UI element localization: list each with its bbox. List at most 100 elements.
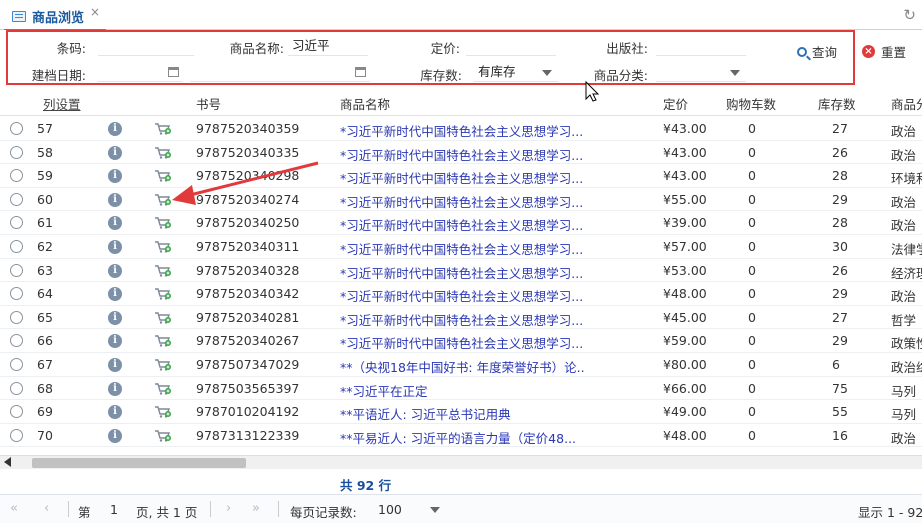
- info-icon[interactable]: i: [108, 145, 122, 160]
- table-row[interactable]: 62 i 9787520340311 *习近平新时代中国特色社会主义思想学习... ¥5…: [0, 235, 922, 259]
- info-icon[interactable]: i: [108, 239, 122, 254]
- refresh-icon[interactable]: ↻: [903, 6, 916, 24]
- page-size-select[interactable]: 100: [378, 502, 402, 517]
- info-icon[interactable]: i: [108, 263, 122, 278]
- cart-add-icon[interactable]: [155, 264, 171, 277]
- cart-add-icon[interactable]: [155, 430, 171, 442]
- header-category[interactable]: 商品分: [891, 94, 922, 113]
- cart-add-icon[interactable]: [155, 406, 171, 418]
- cart-add-icon[interactable]: [155, 123, 171, 135]
- scrollbar-thumb[interactable]: [32, 458, 246, 468]
- row-select-radio[interactable]: [10, 169, 23, 183]
- info-icon[interactable]: i: [108, 287, 122, 302]
- row-product-name-link[interactable]: *习近平新时代中国特色社会主义思想学习...: [340, 239, 584, 258]
- header-price[interactable]: 定价: [663, 94, 688, 113]
- row-product-name-link[interactable]: *习近平新时代中国特色社会主义思想学习...: [340, 145, 584, 164]
- row-product-name-link[interactable]: *习近平新时代中国特色社会主义思想学习...: [340, 333, 584, 352]
- table-row[interactable]: 58 i 9787520340335 *习近平新时代中国特色社会主义思想学习... ¥4…: [0, 141, 922, 165]
- create-date-to-input[interactable]: [190, 62, 370, 82]
- cart-add-icon[interactable]: [155, 241, 171, 253]
- table-row[interactable]: 63 i 9787520340328 *习近平新时代中国特色社会主义思想学习... ¥5…: [0, 259, 922, 283]
- row-product-name-link[interactable]: *习近平新时代中国特色社会主义思想学习...: [340, 121, 584, 140]
- info-icon[interactable]: i: [108, 310, 122, 325]
- first-page-icon[interactable]: «: [10, 501, 18, 516]
- cart-add-icon[interactable]: [155, 217, 171, 230]
- row-select-radio[interactable]: [10, 122, 23, 135]
- scroll-left-icon[interactable]: [4, 457, 11, 467]
- row-select-radio[interactable]: [10, 310, 23, 324]
- row-product-name-link[interactable]: *习近平新时代中国特色社会主义思想学习...: [340, 192, 584, 211]
- header-stock[interactable]: 库存数: [818, 94, 856, 113]
- prev-page-icon[interactable]: ‹: [44, 501, 49, 516]
- table-row[interactable]: 65 i 9787520340281 *习近平新时代中国特色社会主义思想学习... ¥4…: [0, 306, 922, 330]
- tab-product-browse[interactable]: 商品浏览 ×: [4, 4, 107, 31]
- row-select-radio[interactable]: [10, 428, 23, 442]
- row-select-radio[interactable]: [10, 263, 23, 277]
- barcode-input[interactable]: [98, 36, 194, 56]
- row-product-name-link[interactable]: *习近平新时代中国特色社会主义思想学习...: [340, 286, 584, 305]
- reset-button[interactable]: × 重置: [862, 42, 906, 61]
- row-product-name-link[interactable]: **习近平在正定: [340, 381, 584, 400]
- cart-add-icon[interactable]: [155, 359, 171, 371]
- row-product-name-link[interactable]: *习近平新时代中国特色社会主义思想学习...: [340, 263, 584, 282]
- cart-add-icon[interactable]: [155, 194, 171, 206]
- page-number-input[interactable]: 1: [110, 502, 118, 517]
- info-icon[interactable]: i: [108, 122, 122, 136]
- row-select-radio[interactable]: [10, 381, 23, 395]
- cart-add-icon[interactable]: [155, 170, 171, 182]
- cart-add-icon[interactable]: [155, 312, 171, 324]
- row-product-name-link[interactable]: *习近平新时代中国特色社会主义思想学习...: [340, 310, 584, 329]
- header-isbn[interactable]: 书号: [196, 94, 221, 113]
- info-icon[interactable]: i: [108, 357, 122, 372]
- cart-add-icon[interactable]: [155, 146, 171, 159]
- close-icon[interactable]: ×: [90, 5, 100, 19]
- row-select-radio[interactable]: [10, 334, 23, 348]
- table-row[interactable]: 59 i 9787520340298 *习近平新时代中国特色社会主义思想学习... ¥4…: [0, 164, 922, 188]
- chevron-down-icon[interactable]: [730, 70, 740, 76]
- query-button[interactable]: 查询: [797, 42, 837, 61]
- info-icon[interactable]: i: [108, 405, 122, 420]
- column-settings-link[interactable]: 列设置: [43, 94, 81, 113]
- row-product-name-link[interactable]: *习近平新时代中国特色社会主义思想学习...: [340, 215, 584, 234]
- next-page-icon[interactable]: ›: [226, 501, 231, 516]
- calendar-icon[interactable]: [168, 67, 179, 77]
- row-product-name-link[interactable]: **平语近人: 习近平总书记用典: [340, 404, 584, 423]
- row-select-radio[interactable]: [10, 192, 23, 206]
- info-icon[interactable]: i: [108, 216, 122, 231]
- row-select-radio[interactable]: [10, 145, 23, 159]
- row-select-radio[interactable]: [10, 216, 23, 230]
- calendar-icon[interactable]: [355, 67, 366, 77]
- table-row[interactable]: 60 i 9787520340274 *习近平新时代中国特色社会主义思想学习... ¥5…: [0, 188, 922, 212]
- header-cart-count[interactable]: 购物车数: [726, 94, 776, 113]
- table-row[interactable]: 57 i 9787520340359 *习近平新时代中国特色社会主义思想学习... ¥4…: [0, 117, 922, 141]
- info-icon[interactable]: i: [108, 428, 122, 443]
- horizontal-scrollbar[interactable]: [0, 455, 922, 469]
- table-row[interactable]: 61 i 9787520340250 *习近平新时代中国特色社会主义思想学习... ¥3…: [0, 211, 922, 235]
- header-product-name[interactable]: 商品名称: [340, 94, 390, 113]
- row-select-radio[interactable]: [10, 405, 23, 419]
- info-icon[interactable]: i: [108, 192, 122, 207]
- product-name-input[interactable]: 习近平: [288, 36, 368, 56]
- table-row[interactable]: 68 i 9787503565397 **习近平在正定 ¥66.00 0 75 马列: [0, 377, 922, 401]
- cart-add-icon[interactable]: [155, 335, 171, 348]
- cart-add-icon[interactable]: [155, 288, 171, 300]
- row-product-name-link[interactable]: **（央视18年中国好书: 年度荣誉好书）论...: [340, 357, 584, 376]
- row-select-radio[interactable]: [10, 287, 23, 301]
- row-select-radio[interactable]: [10, 239, 23, 253]
- price-input[interactable]: [466, 36, 556, 56]
- table-row[interactable]: 69 i 9787010204192 **平语近人: 习近平总书记用典 ¥49.00 0 5…: [0, 400, 922, 424]
- table-row[interactable]: 66 i 9787520340267 *习近平新时代中国特色社会主义思想学习... ¥5…: [0, 329, 922, 353]
- table-row[interactable]: 64 i 9787520340342 *习近平新时代中国特色社会主义思想学习... ¥4…: [0, 282, 922, 306]
- row-select-radio[interactable]: [10, 357, 23, 371]
- cart-add-icon[interactable]: [155, 382, 171, 395]
- last-page-icon[interactable]: »: [252, 501, 260, 516]
- info-icon[interactable]: i: [108, 334, 122, 349]
- row-product-name-link[interactable]: *习近平新时代中国特色社会主义思想学习...: [340, 168, 584, 187]
- info-icon[interactable]: i: [108, 169, 122, 184]
- table-row[interactable]: 67 i 9787507347029 **（央视18年中国好书: 年度荣誉好书）论..…: [0, 353, 922, 377]
- info-icon[interactable]: i: [108, 381, 122, 396]
- table-row[interactable]: 70 i 9787313122339 **平易近人: 习近平的语言力量（定价48...…: [0, 424, 922, 448]
- publisher-input[interactable]: [656, 36, 746, 56]
- row-product-name-link[interactable]: **平易近人: 习近平的语言力量（定价48...: [340, 428, 584, 447]
- chevron-down-icon[interactable]: [542, 70, 552, 76]
